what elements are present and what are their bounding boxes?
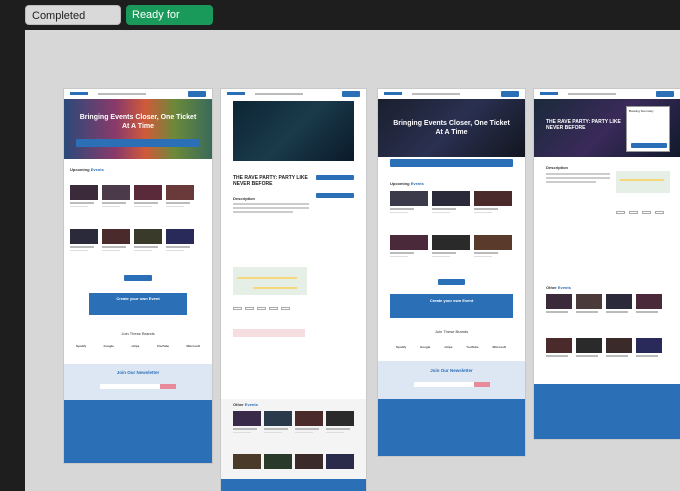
screen-event-detail[interactable]: THE RAVE PARTY: PARTY LIKE NEVER BEFORE … [221, 89, 366, 491]
nav-bar [64, 89, 212, 99]
share-button[interactable] [316, 193, 354, 198]
subscribe-button[interactable] [474, 382, 490, 387]
checkout-button[interactable] [631, 143, 667, 148]
description-label: Description [233, 196, 256, 201]
event-card[interactable] [70, 185, 98, 211]
upcoming-title: Upcoming Events [70, 167, 104, 172]
event-card[interactable] [295, 454, 323, 480]
location-map[interactable] [233, 267, 307, 295]
event-card[interactable] [390, 235, 428, 261]
nav-bar [534, 89, 680, 99]
event-card[interactable] [546, 338, 572, 364]
footer [221, 479, 366, 491]
event-card[interactable] [576, 338, 602, 364]
booking-summary-card[interactable]: Booking Summary [626, 106, 670, 152]
booking-summary-label: Booking Summary [629, 109, 654, 113]
event-card[interactable] [102, 229, 130, 255]
event-card[interactable] [432, 191, 470, 217]
description-label: Description [546, 165, 569, 170]
event-card[interactable] [70, 229, 98, 255]
partners-title: Join These Brands [434, 329, 469, 334]
event-card[interactable] [233, 454, 261, 480]
screen-event-detail-alt[interactable]: THE RAVE PARTY: PARTY LIKE NEVER BEFORE … [534, 89, 680, 439]
event-card[interactable] [636, 294, 662, 320]
event-card[interactable] [546, 294, 572, 320]
partner-logos: Spotify Google stripe YouTube Microsoft [76, 344, 200, 348]
event-card[interactable] [102, 185, 130, 211]
load-more-button[interactable] [438, 279, 465, 285]
newsletter-title: Join Our Newsletter [430, 368, 473, 373]
newsletter-title: Join Our Newsletter [116, 370, 160, 375]
newsletter-input[interactable] [100, 384, 160, 389]
event-card[interactable] [264, 454, 292, 480]
tag[interactable] [257, 307, 266, 310]
location-map[interactable] [616, 171, 670, 193]
partner-logos: Spotify Google stripe YouTube Microsoft [396, 345, 506, 349]
book-ticket-button[interactable] [316, 175, 354, 180]
event-hero-image [233, 101, 354, 161]
upcoming-title: Upcoming Events [390, 181, 424, 186]
tag[interactable] [233, 307, 242, 310]
screen-home-alt[interactable]: Bringing Events Closer, One Ticket At A … [378, 89, 525, 456]
tag[interactable] [616, 211, 625, 214]
other-events-title: Other Events [546, 285, 571, 290]
tag[interactable] [281, 307, 290, 310]
footer [534, 384, 680, 439]
partners-title: Join These Brands [121, 331, 155, 336]
top-toolbar: Completed screens Ready for dev</> [0, 0, 680, 42]
search-bar[interactable] [390, 159, 513, 167]
event-title: THE RAVE PARTY: PARTY LIKE NEVER BEFORE [546, 119, 621, 131]
event-card[interactable] [474, 191, 512, 217]
description-line [546, 173, 610, 175]
load-more-button[interactable] [124, 275, 152, 281]
event-card[interactable] [432, 235, 470, 261]
hero-title: Bringing Events Closer, One Ticket At A … [393, 120, 510, 136]
event-card[interactable] [606, 338, 632, 364]
tag[interactable] [245, 307, 254, 310]
event-card[interactable] [474, 235, 512, 261]
event-card[interactable] [606, 294, 632, 320]
event-card[interactable] [326, 454, 354, 480]
other-events-title: Other Events [233, 402, 258, 407]
event-card[interactable] [636, 338, 662, 364]
description-line [233, 207, 309, 209]
design-canvas[interactable]: Bringing Events Closer, One Ticket At A … [25, 30, 680, 491]
organizer-card[interactable] [233, 329, 305, 337]
event-card[interactable] [264, 411, 292, 437]
newsletter-section [378, 361, 525, 399]
description-line [233, 203, 309, 205]
event-card[interactable] [390, 191, 428, 217]
event-card[interactable] [233, 411, 261, 437]
tag[interactable] [269, 307, 278, 310]
event-card[interactable] [134, 185, 162, 211]
hero-title: Bringing Events Closer, One Ticket At A … [79, 114, 197, 130]
screen-home[interactable]: Bringing Events Closer, One Ticket At A … [64, 89, 212, 463]
event-card[interactable] [576, 294, 602, 320]
completed-screens-chip[interactable]: Completed screens [25, 5, 121, 42]
description-line [546, 177, 610, 179]
nav-bar [221, 89, 366, 99]
newsletter-input[interactable] [414, 382, 474, 387]
tag[interactable] [655, 211, 664, 214]
footer [378, 399, 525, 456]
event-card[interactable] [166, 229, 194, 255]
subscribe-button[interactable] [160, 384, 176, 389]
banner-title: Create your own Event [116, 296, 160, 301]
search-bar[interactable] [76, 139, 200, 147]
event-card[interactable] [134, 229, 162, 255]
event-card[interactable] [295, 411, 323, 437]
event-title: THE RAVE PARTY: PARTY LIKE NEVER BEFORE [233, 175, 308, 187]
tag[interactable] [642, 211, 651, 214]
banner-title: Create your own Event [429, 298, 474, 303]
ready-for-dev-chip[interactable]: Ready for dev</> [126, 5, 213, 41]
event-card[interactable] [326, 411, 354, 437]
nav-bar [378, 89, 525, 99]
description-line [546, 181, 596, 183]
tag[interactable] [629, 211, 638, 214]
description-line [233, 211, 293, 213]
footer [64, 400, 212, 463]
event-card[interactable] [166, 185, 194, 211]
